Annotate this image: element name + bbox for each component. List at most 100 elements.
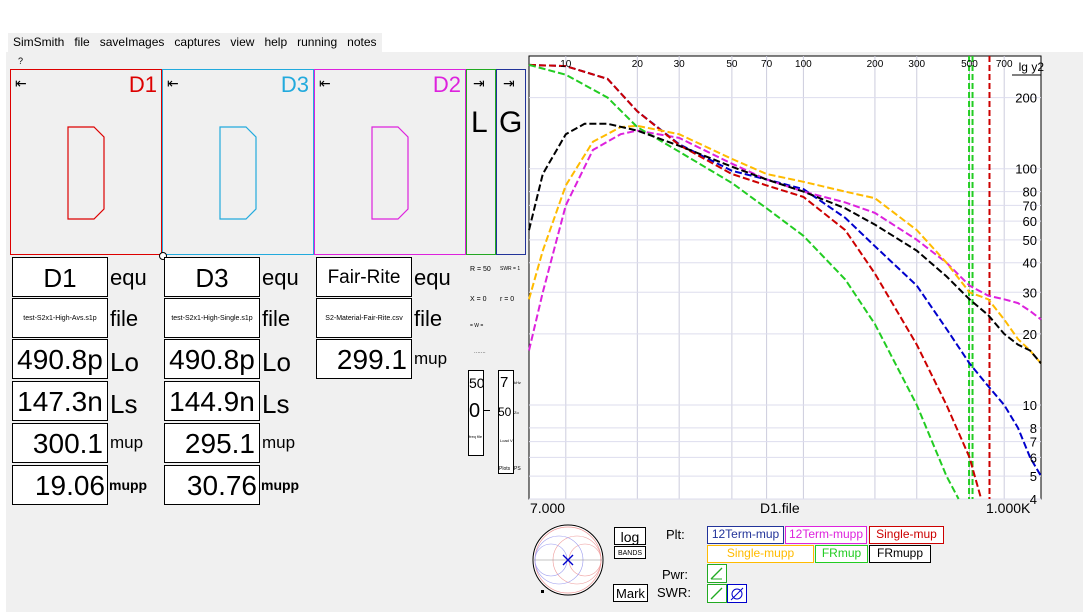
d1-ls-label: Ls <box>110 389 138 419</box>
d3-name-field[interactable]: D3 <box>164 257 260 297</box>
legend-item[interactable]: 12Term-mup <box>707 526 784 544</box>
d3-mupp-field[interactable]: 30.76 <box>164 465 260 505</box>
smith-chart[interactable] <box>530 522 610 602</box>
d1-mupp-label: mupp <box>109 477 148 493</box>
x-tick-label: 50 <box>726 59 738 70</box>
d3-file-label: file <box>262 306 291 331</box>
chart-x-label: D1.file <box>760 500 800 516</box>
menu-running[interactable]: running <box>292 33 342 52</box>
menu-view[interactable]: view <box>225 33 259 52</box>
d3-ls-label: Ls <box>262 389 290 419</box>
menu-help[interactable]: help <box>259 33 292 52</box>
chart-x-max-label: 1.000K <box>986 500 1031 516</box>
d1-file-label: file <box>110 306 139 331</box>
x-tick-label: 10 <box>560 59 572 70</box>
plt-label: Plt: <box>666 527 685 542</box>
device-d1-label: D1 <box>128 72 157 97</box>
d1-file-field[interactable]: test-S2x1-High-Avs.s1p <box>12 298 108 338</box>
y-tick-label: 200 <box>1015 91 1037 106</box>
menu-file[interactable]: file <box>69 33 94 52</box>
mini-b-mid-unit: Zo <box>514 410 519 415</box>
y-tick-label: 70 <box>1023 198 1037 213</box>
y-tick-label: 40 <box>1023 256 1037 271</box>
bands-button[interactable]: BANDS <box>614 546 646 559</box>
swr-toggle-a[interactable] <box>707 584 727 603</box>
mini-b-foot-a[interactable]: Plots <box>499 466 510 472</box>
d1-name-field[interactable]: D1 <box>12 257 108 297</box>
x-tick-label: 100 <box>795 59 812 70</box>
device-d1[interactable]: ⇤ D1 <box>10 69 162 255</box>
d1-ls-field[interactable]: 147.3n <box>12 381 108 421</box>
device-d2-label: D2 <box>432 72 461 97</box>
d1-mup-field[interactable]: 300.1 <box>12 423 108 463</box>
mini-b-top[interactable]: 7 <box>500 374 508 391</box>
mini-a-bot[interactable]: freq file <box>469 434 482 439</box>
arrow-left-icon[interactable]: ⇤ <box>167 76 179 90</box>
y-tick-label: 30 <box>1023 285 1037 300</box>
mini-b-bot[interactable]: Load V <box>500 438 513 443</box>
y-tick-label: 100 <box>1015 162 1037 177</box>
mark-button[interactable]: Mark <box>613 584 648 602</box>
legend-item[interactable]: FRmupp <box>869 545 931 563</box>
legend-item[interactable]: Single-mupp <box>707 545 814 563</box>
d1-mupp-field[interactable]: 19.06 <box>12 465 108 505</box>
device-load-label: L <box>471 106 488 139</box>
menu-notes[interactable]: notes <box>342 33 381 52</box>
menu-captures[interactable]: captures <box>169 33 225 52</box>
y-tick-label: 7 <box>1030 435 1037 450</box>
legend-item[interactable]: FRmup <box>815 545 868 563</box>
mini-a-mid[interactable]: 0 <box>469 400 480 423</box>
d3-mup-label: mup <box>262 433 296 452</box>
readout-dots: ······· <box>474 350 486 356</box>
device-generator[interactable]: ⇥ G <box>496 69 526 255</box>
mini-a-top[interactable]: 50 <box>469 375 485 391</box>
help-mark[interactable]: ? <box>18 56 23 66</box>
log-button[interactable]: log <box>614 527 646 545</box>
swr-toggle-b[interactable] <box>727 584 747 603</box>
x-tick-label: 200 <box>867 59 884 70</box>
y-tick-label: 20 <box>1023 327 1037 342</box>
mini-b-mid[interactable]: 50 <box>498 405 511 419</box>
arrow-left-icon[interactable]: ⇤ <box>15 76 27 90</box>
d1-equ-label: equ <box>110 265 147 290</box>
x-tick-label: 700 <box>996 59 1013 70</box>
chart-x-min-label: 7.000 <box>530 500 566 516</box>
d2-file-field[interactable]: S2-Material-Fair-Rite.csv <box>316 298 412 338</box>
mini-b-foot-b[interactable]: PS <box>514 466 521 472</box>
arrow-right-icon[interactable]: ⇥ <box>503 76 515 90</box>
device-d3[interactable]: ⇤ D3 <box>162 69 314 255</box>
d3-equ-label: equ <box>262 265 299 290</box>
legend-item[interactable]: 12Term-mupp <box>785 526 867 544</box>
d2-mup-label: mup <box>414 349 448 368</box>
d3-mup-field[interactable]: 295.1 <box>164 423 260 463</box>
x-tick-label: 30 <box>674 59 686 70</box>
menu-simsmith[interactable]: SimSmith <box>8 33 69 52</box>
x-tick-label: 300 <box>908 59 925 70</box>
arrow-right-icon[interactable]: ⇥ <box>473 76 485 90</box>
y-tick-label: 60 <box>1023 214 1037 229</box>
device-d2[interactable]: ⇤ D2 <box>314 69 466 255</box>
arrow-left-icon[interactable]: ⇤ <box>319 76 331 90</box>
menu-saveimages[interactable]: saveImages <box>95 33 170 52</box>
chart-y-title: lg y2 <box>1019 60 1045 74</box>
readout-swr: SWR = 1 <box>500 266 521 272</box>
menu-bar: SimSmith file saveImages captures view h… <box>8 33 382 52</box>
d3-ls-field[interactable]: 144.9n <box>164 381 260 421</box>
d3-lo-label: Lo <box>262 347 291 377</box>
readout-x: X = 0 <box>470 296 487 303</box>
d2-equ-label: equ <box>414 265 451 290</box>
d3-lo-field[interactable]: 490.8p <box>164 339 260 379</box>
device-load[interactable]: ⇥ L <box>466 69 496 255</box>
readout-power: = W = <box>470 323 484 329</box>
d2-name-field[interactable]: Fair-Rite <box>316 257 412 297</box>
y-tick-label: 6 <box>1030 450 1037 465</box>
legend-item[interactable]: Single-mup <box>869 526 944 544</box>
pwr-toggle[interactable] <box>707 564 727 583</box>
d1-lo-label: Lo <box>110 347 139 377</box>
device-d1-shape <box>67 126 105 220</box>
d2-mup-field[interactable]: 299.1 <box>316 339 412 379</box>
device-generator-label: G <box>499 106 523 139</box>
main-chart[interactable]: 10 20 30 50 70 100 200 300 500 700200100807060504… <box>526 55 1046 517</box>
d1-lo-field[interactable]: 490.8p <box>12 339 108 379</box>
d3-file-field[interactable]: test-S2x1-High-Single.s1p <box>164 298 260 338</box>
